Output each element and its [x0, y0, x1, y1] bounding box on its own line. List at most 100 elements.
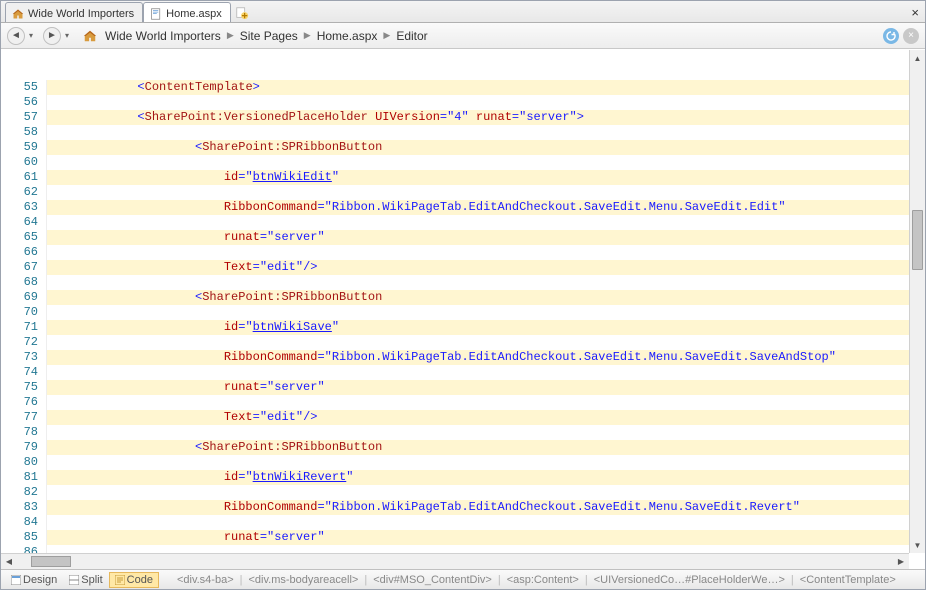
- line-number: 81: [1, 470, 38, 485]
- tag-path-segment[interactable]: <div#MSO_ContentDiv>: [367, 574, 498, 586]
- home-icon: [83, 29, 97, 43]
- code-line[interactable]: id="btnWikiEdit": [47, 170, 925, 185]
- tab-bar: Wide World Importers Home.aspx ×: [1, 1, 925, 23]
- code-line[interactable]: id="btnWikiRevert": [47, 470, 925, 485]
- line-number: 60: [1, 155, 38, 170]
- code-line[interactable]: <SharePoint:SPRibbonButton: [47, 440, 925, 455]
- line-number: 69: [1, 290, 38, 305]
- line-number: 65: [1, 230, 38, 245]
- tag-path-segment[interactable]: <UIVersionedCo…#PlaceHolderWe…>: [588, 574, 791, 586]
- page-icon: [150, 8, 162, 20]
- chevron-right-icon: ▶: [227, 30, 234, 41]
- line-number: 73: [1, 350, 38, 365]
- line-number: 66: [1, 245, 38, 260]
- line-number: 86: [1, 545, 38, 553]
- line-number: 61: [1, 170, 38, 185]
- line-number: 57: [1, 110, 38, 125]
- line-number: 62: [1, 185, 38, 200]
- breadcrumb-item[interactable]: Home.aspx: [317, 29, 378, 43]
- code-line[interactable]: id="btnWikiSave": [47, 320, 925, 335]
- code-line[interactable]: Text="edit"/>: [47, 410, 925, 425]
- tag-path-segment[interactable]: <ContentTemplate>: [794, 574, 902, 586]
- design-view-button[interactable]: Design: [5, 572, 63, 588]
- design-icon: [11, 575, 21, 585]
- home-icon: [12, 8, 24, 20]
- line-number: 55: [1, 80, 38, 95]
- scroll-thumb[interactable]: [912, 210, 923, 270]
- split-icon: [69, 575, 79, 585]
- view-label: Split: [81, 574, 102, 586]
- line-number: 63: [1, 200, 38, 215]
- line-number: 83: [1, 500, 38, 515]
- code-line[interactable]: RibbonCommand="Ribbon.WikiPageTab.EditAn…: [47, 350, 925, 365]
- line-number: 80: [1, 455, 38, 470]
- line-number: 84: [1, 515, 38, 530]
- line-number: 71: [1, 320, 38, 335]
- horizontal-scrollbar[interactable]: ◀ ▶: [1, 553, 909, 569]
- code-line[interactable]: <ContentTemplate>: [47, 80, 925, 95]
- line-number: 77: [1, 410, 38, 425]
- code-line[interactable]: runat="server": [47, 530, 925, 545]
- view-label: Code: [127, 574, 153, 586]
- breadcrumb: Wide World Importers ▶ Site Pages ▶ Home…: [105, 29, 428, 43]
- line-number: 82: [1, 485, 38, 500]
- line-number: 74: [1, 365, 38, 380]
- scroll-up-button[interactable]: ▲: [910, 50, 925, 66]
- tag-path: <div.s4-ba>|<div.ms-bodyareacell>|<div#M…: [171, 574, 902, 586]
- code-view-button[interactable]: Code: [109, 572, 159, 588]
- forward-button[interactable]: ►: [43, 27, 61, 45]
- chevron-right-icon: ▶: [383, 30, 390, 41]
- breadcrumb-item[interactable]: Wide World Importers: [105, 29, 221, 43]
- tag-path-segment[interactable]: <asp:Content>: [501, 574, 585, 586]
- back-button[interactable]: ◄: [7, 27, 25, 45]
- code-line[interactable]: RibbonCommand="Ribbon.WikiPageTab.EditAn…: [47, 200, 925, 215]
- code-line[interactable]: <SharePoint:SPRibbonButton: [47, 290, 925, 305]
- line-number: 67: [1, 260, 38, 275]
- forward-history-dropdown[interactable]: ▾: [65, 31, 75, 40]
- vertical-scrollbar[interactable]: ▲ ▼: [909, 50, 925, 553]
- code-line[interactable]: <SharePoint:VersionedPlaceHolder UIVersi…: [47, 110, 925, 125]
- split-view-button[interactable]: Split: [63, 572, 108, 588]
- code-editor[interactable]: 5556575859606162636465666768697071727374…: [1, 50, 925, 553]
- line-number: 85: [1, 530, 38, 545]
- line-number: 58: [1, 125, 38, 140]
- breadcrumb-item[interactable]: Editor: [396, 29, 427, 43]
- tab-wide-world-importers[interactable]: Wide World Importers: [5, 2, 143, 22]
- tab-label: Home.aspx: [166, 8, 222, 20]
- back-history-dropdown[interactable]: ▾: [29, 31, 39, 40]
- line-number: 72: [1, 335, 38, 350]
- stop-button[interactable]: ×: [903, 28, 919, 44]
- line-number: 78: [1, 425, 38, 440]
- scroll-thumb[interactable]: [31, 556, 71, 567]
- line-number-gutter: 5556575859606162636465666768697071727374…: [1, 80, 47, 553]
- line-number: 79: [1, 440, 38, 455]
- tab-home-aspx[interactable]: Home.aspx: [143, 2, 231, 22]
- breadcrumb-item[interactable]: Site Pages: [240, 29, 298, 43]
- code-line[interactable]: RibbonCommand="Ribbon.WikiPageTab.EditAn…: [47, 500, 925, 515]
- code-area[interactable]: <ContentTemplate> <SharePoint:VersionedP…: [47, 80, 925, 553]
- view-label: Design: [23, 574, 57, 586]
- code-line[interactable]: <SharePoint:SPRibbonButton: [47, 140, 925, 155]
- tag-path-segment[interactable]: <div.s4-ba>: [171, 574, 240, 586]
- line-number: 70: [1, 305, 38, 320]
- chevron-right-icon: ▶: [304, 30, 311, 41]
- new-tab-icon[interactable]: [235, 6, 249, 20]
- code-line[interactable]: Text="edit"/>: [47, 260, 925, 275]
- line-number: 68: [1, 275, 38, 290]
- nav-bar: ◄ ▾ ► ▾ Wide World Importers ▶ Site Page…: [1, 23, 925, 49]
- tab-label: Wide World Importers: [28, 8, 134, 20]
- close-icon[interactable]: ×: [911, 5, 919, 20]
- line-number: 56: [1, 95, 38, 110]
- line-number: 59: [1, 140, 38, 155]
- status-bar: Design Split Code <div.s4-ba>|<div.ms-bo…: [1, 569, 925, 589]
- line-number: 75: [1, 380, 38, 395]
- scroll-left-button[interactable]: ◀: [1, 554, 17, 569]
- tag-path-segment[interactable]: <div.ms-bodyareacell>: [242, 574, 364, 586]
- scroll-down-button[interactable]: ▼: [910, 537, 925, 553]
- line-number: 64: [1, 215, 38, 230]
- code-line[interactable]: runat="server": [47, 380, 925, 395]
- line-number: 76: [1, 395, 38, 410]
- scroll-right-button[interactable]: ▶: [893, 554, 909, 569]
- code-line[interactable]: runat="server": [47, 230, 925, 245]
- refresh-button[interactable]: [883, 28, 899, 44]
